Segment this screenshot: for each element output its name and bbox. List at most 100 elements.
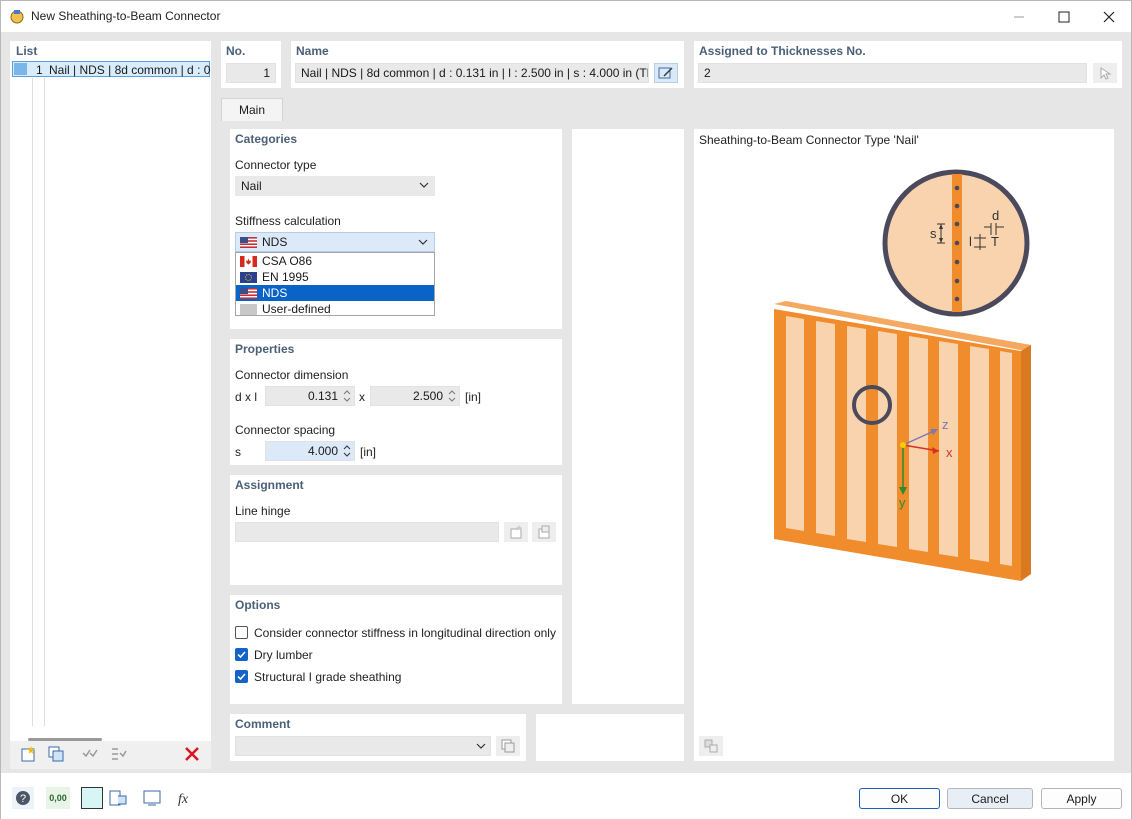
list-panel: List 1 Nail | NDS | 8d common | d : 0.1 <box>10 41 211 769</box>
option-label: User-defined <box>262 302 331 316</box>
stiffness-select[interactable]: NDS <box>235 232 435 252</box>
option-csa[interactable]: CSA O86 <box>236 253 434 269</box>
spacing-symbol: s <box>235 445 241 459</box>
cancel-button[interactable]: Cancel <box>947 788 1033 809</box>
select-cursor-icon <box>1097 65 1113 81</box>
eu-flag-icon <box>240 272 257 283</box>
number-field[interactable]: 1 <box>226 63 276 83</box>
view-icon <box>142 788 162 808</box>
tab-main[interactable]: Main <box>221 98 283 121</box>
list-item[interactable]: 1 Nail | NDS | 8d common | d : 0.1 <box>12 61 210 77</box>
l-label: l <box>969 234 972 249</box>
diagram-settings-icon <box>703 738 719 754</box>
list-toolbar <box>10 741 211 769</box>
dialog-body: List 1 Nail | NDS | 8d common | d : 0.1 <box>1 32 1131 773</box>
edit-line-hinge-button[interactable] <box>532 522 556 542</box>
tree-line <box>44 78 45 726</box>
connector-type-select[interactable]: Nail <box>235 176 435 196</box>
unit-label: [in] <box>360 445 376 459</box>
canada-flag-icon <box>240 256 257 267</box>
assigned-field[interactable]: 2 <box>698 63 1087 83</box>
copy-item-button[interactable] <box>44 744 68 764</box>
spacing-label: Connector spacing <box>235 423 335 437</box>
number-label: No. <box>226 44 245 58</box>
help-icon: ? <box>14 789 32 807</box>
diagram-options-button[interactable] <box>699 736 723 756</box>
diagram-panel: Sheathing-to-Beam Connector Type 'Nail' <box>694 129 1114 761</box>
close-button[interactable] <box>1086 1 1132 32</box>
help-button[interactable]: ? <box>12 787 34 809</box>
dry-lumber-label: Dry lumber <box>254 648 313 662</box>
view-button[interactable] <box>141 787 163 809</box>
option-label: CSA O86 <box>262 254 312 268</box>
new-line-hinge-button[interactable] <box>504 522 528 542</box>
sheathing-right-edge <box>1021 345 1031 581</box>
svg-text:?: ? <box>20 793 26 805</box>
dim-t-label: T <box>991 234 999 249</box>
title-bar: New Sheathing-to-Beam Connector <box>1 1 1131 32</box>
spinner-icon[interactable] <box>447 386 457 406</box>
delete-item-button[interactable] <box>180 744 204 764</box>
new-item-icon <box>19 745 37 763</box>
name-field[interactable]: Nail | NDS | 8d common | d : 0.131 in | … <box>295 63 649 83</box>
edit-icon <box>658 66 674 80</box>
minimize-icon <box>1013 11 1025 23</box>
connector-type-label: Connector type <box>235 158 316 172</box>
edit-name-button[interactable] <box>654 63 678 83</box>
new-item-button[interactable] <box>16 744 40 764</box>
number-panel: No. 1 <box>221 41 281 88</box>
color-button[interactable] <box>81 787 103 809</box>
x-axis-label: x <box>946 445 953 460</box>
model-button[interactable] <box>107 787 129 809</box>
edit-hinge-icon <box>536 524 552 540</box>
comment-header: Comment <box>235 717 290 731</box>
tree-line <box>32 78 33 726</box>
option-nds[interactable]: NDS <box>236 285 434 301</box>
structural-grade-label: Structural I grade sheathing <box>254 670 401 684</box>
line-hinge-label: Line hinge <box>235 504 290 518</box>
connector-diagram: x y z s <box>694 129 1114 761</box>
spinner-icon[interactable] <box>342 386 352 406</box>
formula-icon: fx <box>176 788 196 808</box>
name-panel: Name Nail | NDS | 8d common | d : 0.131 … <box>291 41 684 88</box>
dialog-window: New Sheathing-to-Beam Connector List 1 N… <box>0 0 1132 819</box>
list-item-color <box>14 63 27 75</box>
dimension-separator: x <box>359 390 365 404</box>
units-button[interactable]: 0,00 <box>46 787 70 809</box>
apply-button[interactable]: Apply <box>1041 788 1122 809</box>
structural-grade-checkbox[interactable] <box>235 670 248 683</box>
check-items-button[interactable] <box>78 744 102 764</box>
spinner-icon[interactable] <box>342 441 352 461</box>
dimension-label: Connector dimension <box>235 368 348 382</box>
dry-lumber-checkbox[interactable] <box>235 648 248 661</box>
option-label: NDS <box>262 286 287 300</box>
check-all-icon <box>81 745 99 763</box>
line-hinge-select[interactable] <box>235 522 499 542</box>
assignment-header: Assignment <box>235 478 304 492</box>
dialog-footer: ? 0,00 fx OK Cancel Apply <box>1 773 1131 819</box>
s-label: s <box>930 226 937 241</box>
option-user-defined[interactable]: User-defined <box>236 301 434 317</box>
option-en[interactable]: EN 1995 <box>236 269 434 285</box>
properties-panel: Properties Connector dimension d x l 0.1… <box>230 339 562 465</box>
assigned-panel: Assigned to Thicknesses No. 2 <box>694 41 1122 88</box>
comment-select[interactable] <box>235 736 491 756</box>
middle-panel <box>572 129 684 704</box>
copy-icon <box>500 738 516 754</box>
y-axis-label: y <box>899 495 906 510</box>
name-label: Name <box>296 44 329 58</box>
minimize-button[interactable] <box>996 1 1042 32</box>
formula-button[interactable]: fx <box>175 787 197 809</box>
dimension-symbol: d x l <box>235 390 257 404</box>
categories-panel: Categories Connector type Nail Stiffness… <box>230 129 562 329</box>
uncheck-items-button[interactable] <box>106 744 130 764</box>
select-thickness-button[interactable] <box>1093 63 1117 83</box>
delete-icon <box>184 746 200 762</box>
close-icon <box>1103 11 1115 23</box>
stiffness-dropdown-list: CSA O86 EN 1995 NDS User-defined <box>235 252 435 316</box>
ok-button[interactable]: OK <box>859 788 940 809</box>
maximize-button[interactable] <box>1041 1 1087 32</box>
comment-copy-button[interactable] <box>496 736 520 756</box>
longitudinal-checkbox[interactable] <box>235 626 248 639</box>
blank-flag-icon <box>240 304 257 315</box>
